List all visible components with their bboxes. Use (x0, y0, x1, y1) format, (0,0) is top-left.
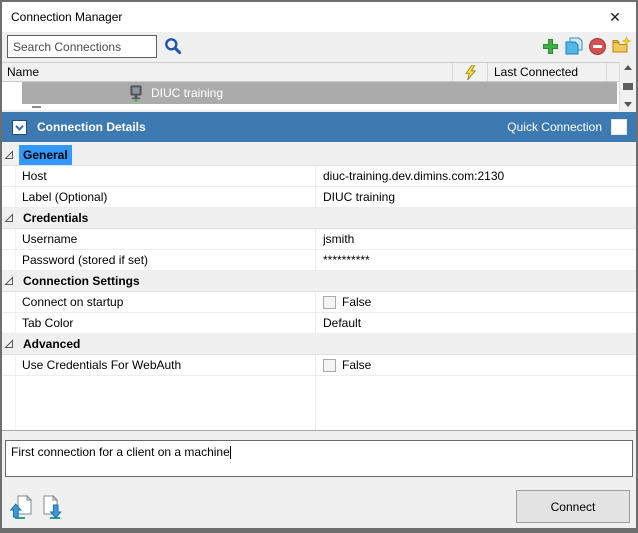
property-value[interactable]: diuc-training.dev.dimins.com:2130 (316, 166, 636, 186)
add-icon (541, 37, 560, 56)
close-button[interactable]: ✕ (594, 2, 636, 32)
list-scrollbar[interactable] (619, 62, 636, 110)
text-caret (230, 446, 231, 459)
details-title: Connection Details (37, 120, 146, 134)
title-bar: Connection Manager ✕ (2, 2, 636, 32)
tree-expander-icon[interactable] (32, 106, 41, 108)
category-title: General (19, 145, 72, 165)
expander-icon[interactable] (4, 150, 14, 160)
footer: Connect (2, 478, 636, 528)
expander-icon[interactable] (4, 276, 14, 286)
category-row-connection-settings[interactable]: Connection Settings (2, 271, 636, 292)
column-header-last-connected[interactable]: Last Connected (488, 63, 607, 81)
toolbar (2, 32, 636, 62)
next-row-partial (2, 104, 619, 110)
scroll-down-icon[interactable] (624, 102, 632, 107)
property-row-tab-color[interactable]: Tab Color Default (2, 313, 636, 334)
new-folder-button[interactable] (611, 36, 631, 56)
property-value: False (316, 292, 636, 312)
property-value[interactable]: DIUC training (316, 187, 636, 207)
property-label: Label (Optional) (16, 187, 316, 207)
copy-connection-button[interactable] (564, 36, 584, 56)
remove-icon (588, 37, 607, 56)
property-value[interactable]: jsmith (316, 229, 636, 249)
checkbox-unchecked-icon[interactable] (323, 359, 336, 372)
selected-row-highlight: DIUC training (22, 82, 617, 104)
notes-input[interactable]: First connection for a client on a machi… (5, 440, 633, 477)
search-input[interactable] (7, 35, 157, 58)
scrollbar-thumb[interactable] (623, 83, 633, 90)
close-icon: ✕ (609, 9, 621, 26)
server-icon (128, 85, 144, 102)
toolbar-actions (541, 36, 631, 56)
window-title: Connection Manager (11, 10, 122, 24)
property-label: Connect on startup (16, 292, 316, 312)
property-label: Password (stored if set) (16, 250, 316, 270)
export-connections-icon (42, 494, 67, 521)
export-connections-button[interactable] (42, 494, 67, 521)
lightning-icon (465, 65, 476, 80)
import-connections-button[interactable] (9, 494, 34, 521)
import-connections-icon (9, 494, 34, 521)
connection-list: Name Last Connected (2, 62, 636, 110)
add-connection-button[interactable] (541, 37, 560, 56)
property-row-username[interactable]: Username jsmith (2, 229, 636, 250)
category-row-advanced[interactable]: Advanced (2, 334, 636, 355)
column-header-status[interactable] (452, 63, 488, 81)
property-row-connect-on-startup[interactable]: Connect on startup False (2, 292, 636, 313)
property-label: Host (16, 166, 316, 186)
property-value[interactable]: ********** (316, 250, 636, 270)
category-title: Credentials (19, 208, 92, 228)
chevron-down-icon (12, 120, 27, 135)
property-label: Tab Color (16, 313, 316, 333)
property-row-webauth[interactable]: Use Credentials For WebAuth False (2, 355, 636, 376)
search-icon[interactable] (163, 36, 183, 56)
column-header-name[interactable]: Name (2, 63, 452, 81)
new-folder-icon (611, 36, 631, 56)
property-value[interactable]: Default (316, 313, 636, 333)
property-row-label[interactable]: Label (Optional) DIUC training (2, 187, 636, 208)
property-grid: General Host diuc-training.dev.dimins.co… (2, 145, 636, 431)
connection-details-bar: Connection Details Quick Connection (2, 112, 636, 142)
list-header: Name Last Connected (2, 62, 619, 82)
expander-icon[interactable] (4, 339, 14, 349)
expander-icon[interactable] (4, 213, 14, 223)
category-row-credentials[interactable]: Credentials (2, 208, 636, 229)
category-title: Connection Settings (19, 271, 144, 291)
collapse-details-checkbox[interactable] (12, 120, 27, 135)
category-title: Advanced (19, 334, 84, 354)
footer-io-buttons (9, 494, 67, 521)
copy-icon (564, 36, 584, 56)
property-row-password[interactable]: Password (stored if set) ********** (2, 250, 636, 271)
property-label: Username (16, 229, 316, 249)
delete-connection-button[interactable] (588, 37, 607, 56)
quick-connection-label: Quick Connection (507, 120, 602, 134)
checkbox-unchecked-icon[interactable] (323, 296, 336, 309)
property-row-host[interactable]: Host diuc-training.dev.dimins.com:2130 (2, 166, 636, 187)
category-row-general[interactable]: General (2, 145, 636, 166)
notes-text: First connection for a client on a machi… (11, 445, 230, 459)
scroll-up-icon[interactable] (624, 65, 632, 70)
property-label: Use Credentials For WebAuth (16, 355, 316, 375)
connection-name: DIUC training (151, 86, 223, 100)
connect-button[interactable]: Connect (516, 490, 630, 523)
property-value: False (316, 355, 636, 375)
grid-empty-area (2, 376, 636, 430)
connection-manager-window: Connection Manager ✕ (0, 0, 638, 533)
connection-row[interactable]: DIUC training (2, 82, 619, 104)
column-filler (607, 63, 619, 81)
quick-connection-checkbox[interactable] (611, 119, 627, 135)
